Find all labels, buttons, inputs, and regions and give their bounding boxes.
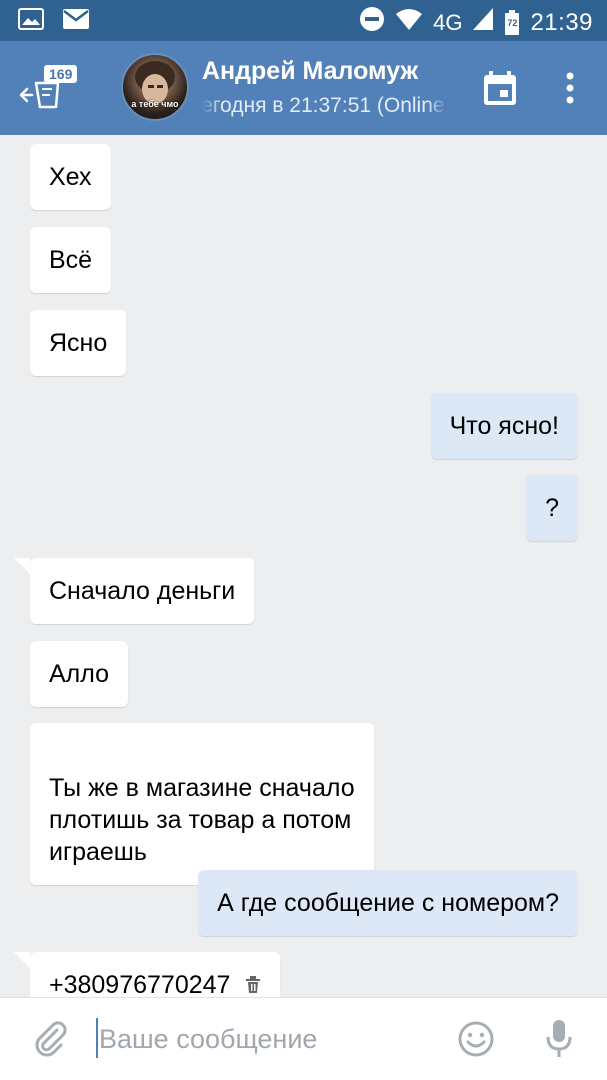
attach-button[interactable] — [30, 1018, 70, 1058]
avatar-caption: а тебе чмо — [131, 99, 179, 109]
message-bubble-incoming[interactable]: +380976770247 — [13, 952, 281, 997]
message-text: Что ясно! — [449, 412, 559, 440]
text-caret — [96, 1018, 98, 1058]
message-text: Всё — [49, 246, 93, 274]
last-seen-text: Сегодня в 21:37:51 (Online) — [202, 94, 447, 117]
message-bubble-outgoing[interactable]: ? — [526, 475, 578, 541]
message-bubble-outgoing[interactable]: А где сообщение с номером? — [198, 870, 578, 936]
message-text: Ясно — [49, 329, 108, 357]
mail-notification-icon — [62, 8, 90, 35]
emoji-button[interactable] — [457, 1020, 495, 1058]
message-bubble-outgoing[interactable]: Что ясно! — [430, 393, 578, 459]
message-bubble-incoming[interactable]: Алло — [30, 641, 129, 707]
clock: 21:39 — [530, 8, 593, 36]
image-notification-icon — [18, 8, 44, 35]
network-type: 4G — [433, 9, 463, 35]
message-list[interactable]: Хех Всё Ясно Что ясно! ? Сначало деньги … — [0, 135, 607, 997]
message-bubble-incoming[interactable]: Ясно — [30, 310, 127, 376]
message-text: ? — [545, 494, 559, 522]
message-text: Алло — [49, 660, 110, 688]
calendar-icon — [484, 71, 516, 105]
calendar-button[interactable] — [482, 69, 518, 109]
message-text: Сначало деньги — [49, 577, 236, 605]
dnd-icon — [359, 6, 385, 39]
trash-icon — [245, 970, 261, 997]
emoji-icon — [458, 1021, 494, 1057]
battery-icon: 72 — [504, 9, 520, 36]
message-text: Хех — [49, 163, 92, 191]
signal-icon — [472, 7, 494, 38]
mic-icon — [546, 1020, 572, 1057]
message-text: +380976770247 — [49, 971, 231, 997]
status-bar: 4G 72 21:39 — [0, 0, 607, 41]
message-bubble-incoming[interactable]: Сначало деньги — [13, 558, 255, 624]
last-seen-status: Сегодня в 21:37:51 (Online) — [202, 94, 447, 122]
chat-header: 169 а тебе чмо Андрей Маломуж Сегодня в … — [0, 41, 607, 135]
contact-name[interactable]: Андрей Маломуж — [202, 57, 418, 86]
more-vert-icon — [566, 72, 574, 104]
message-text: Ты же в магазине сначало плотишь за това… — [49, 774, 355, 866]
back-button[interactable]: 169 — [18, 65, 84, 115]
avatar[interactable]: а тебе чмо — [121, 53, 189, 121]
message-bubble-incoming[interactable]: Хех — [30, 144, 111, 210]
message-text: А где сообщение с номером? — [217, 889, 559, 917]
attach-icon — [35, 1021, 67, 1057]
message-composer — [0, 997, 607, 1080]
message-bubble-incoming[interactable]: Всё — [30, 227, 112, 293]
wifi-icon — [395, 7, 423, 38]
message-bubble-incoming[interactable]: Ты же в магазине сначало плотишь за това… — [30, 723, 374, 885]
battery-level: 72 — [507, 17, 518, 28]
unread-count-badge: 169 — [44, 65, 78, 83]
voice-message-button[interactable] — [545, 1018, 573, 1060]
more-menu-button[interactable] — [556, 69, 584, 109]
message-input[interactable] — [99, 1016, 419, 1062]
